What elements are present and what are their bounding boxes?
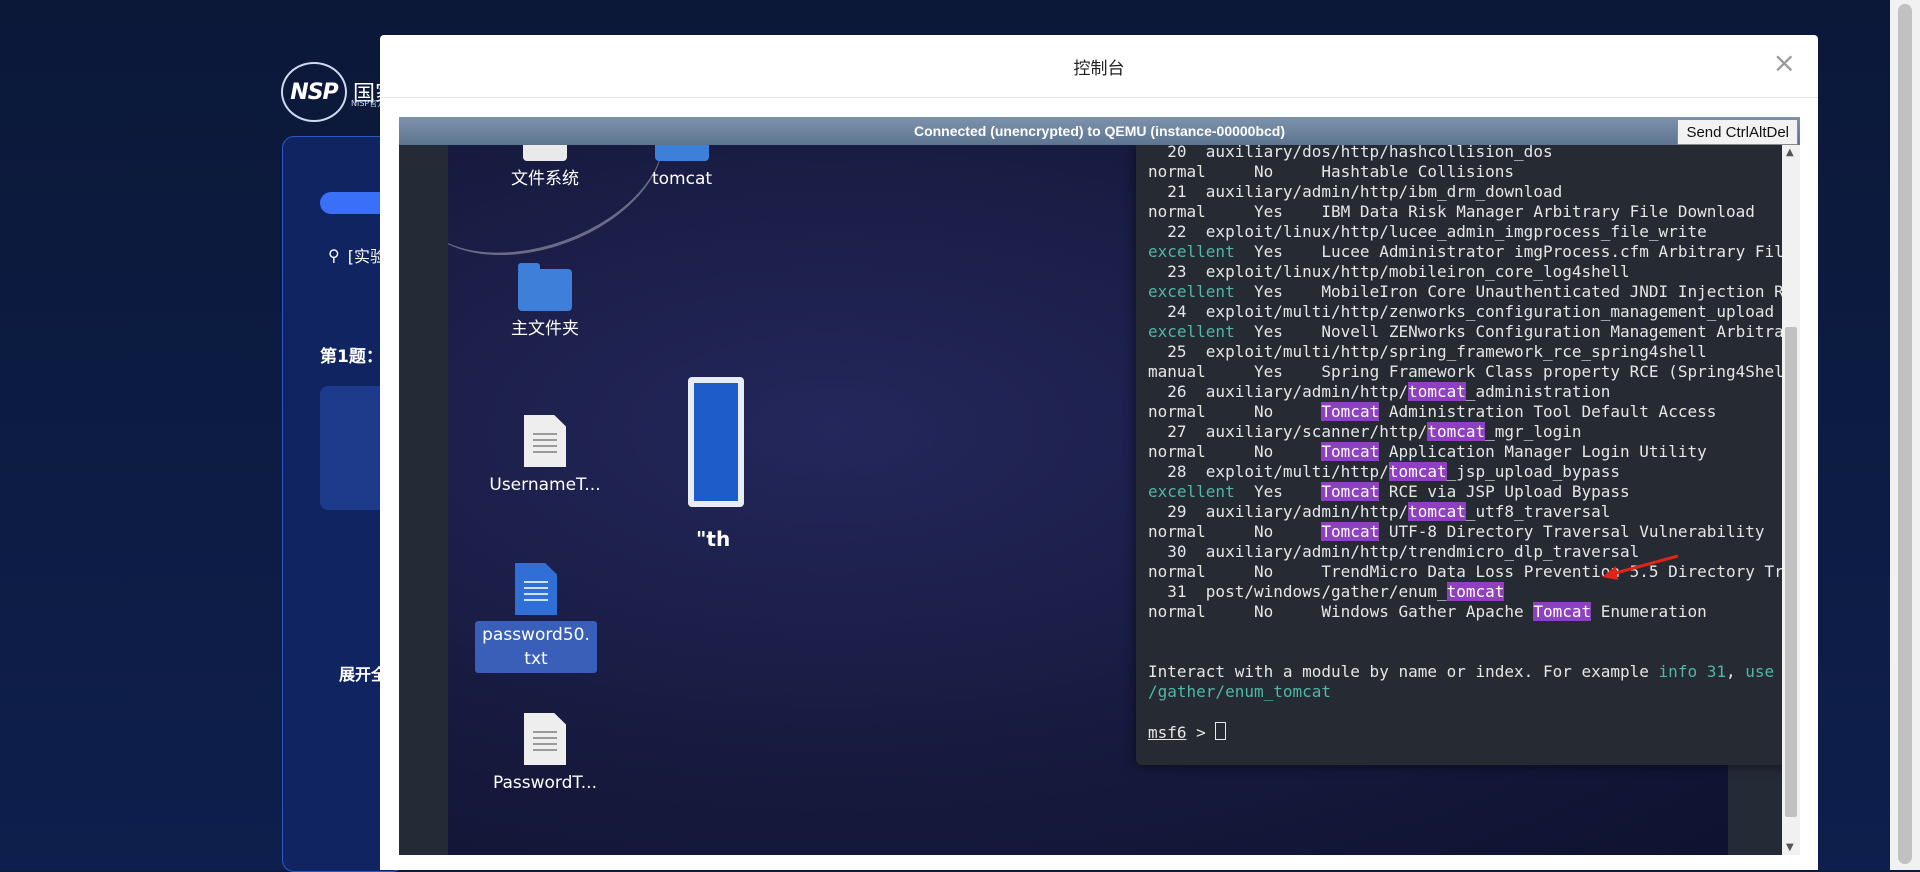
location-pin-icon: ⚲ (328, 245, 340, 265)
vnc-viewer[interactable]: Connected (unencrypted) to QEMU (instanc… (399, 117, 1800, 855)
prompt-label: msf6 (1148, 723, 1187, 742)
desktop-icon-label: password50.txt (475, 621, 597, 673)
search-match: Tomcat (1321, 482, 1380, 501)
folder-icon (655, 145, 709, 161)
desktop-icon-password50[interactable]: password50.txt (473, 563, 599, 673)
home-folder-icon (518, 263, 572, 311)
terminal-window[interactable]: 20 auxiliary/dos/http/hashcollision_dos … (1136, 145, 1782, 765)
drive-icon (523, 145, 567, 161)
background-window-thumbnail (688, 377, 744, 507)
search-match: tomcat (1446, 582, 1505, 601)
desktop-icon-label: 主文件夹 (511, 319, 579, 339)
modal-title: 控制台 (1073, 58, 1125, 79)
nsp-logo-mark: NSP (281, 62, 347, 122)
desktop-icon-label: tomcat (651, 169, 713, 189)
page-scrollbar[interactable] (1890, 0, 1920, 870)
desktop-icon-label: PasswordT... (493, 773, 597, 793)
terminal-output[interactable]: 20 auxiliary/dos/http/hashcollision_dos … (1148, 145, 1782, 743)
vnc-status-text: Connected (unencrypted) to QEMU (instanc… (913, 123, 1286, 139)
remote-desktop[interactable]: 文件系统 tomcat 主文件夹 UsernameT... password50… (399, 145, 1782, 855)
text-file-icon (515, 563, 557, 615)
scroll-up-icon[interactable]: ▲ (1786, 147, 1794, 158)
vnc-scrollbar-thumb[interactable] (1785, 327, 1797, 817)
desktop-icon-tomcat[interactable]: tomcat (620, 145, 744, 191)
desktop-icon-username-file[interactable]: UsernameT... (483, 415, 607, 497)
desktop-icon-label: UsernameT... (489, 475, 601, 495)
desktop-icon-home[interactable]: 主文件夹 (483, 263, 607, 341)
modal-header: 控制台 × (380, 35, 1818, 98)
experiment-location: ⚲ [实验 (328, 243, 386, 267)
search-match: Tomcat (1321, 442, 1380, 461)
scroll-down-icon[interactable]: ▼ (1786, 842, 1794, 853)
terminal-cursor[interactable] (1215, 722, 1227, 740)
search-match: tomcat (1427, 422, 1486, 441)
search-match: tomcat (1408, 382, 1466, 401)
question-title: 第1题： (320, 347, 383, 367)
search-match: Tomcat (1533, 602, 1592, 621)
search-match: Tomcat (1321, 402, 1380, 421)
desktop-icon-filesystem[interactable]: 文件系统 (483, 145, 607, 191)
send-ctrl-alt-del-button[interactable]: Send CtrlAltDel (1677, 119, 1798, 145)
desktop-icon-label: 文件系统 (511, 169, 579, 189)
vnc-status-bar: Connected (unencrypted) to QEMU (instanc… (399, 117, 1800, 145)
search-match: tomcat (1388, 462, 1447, 481)
vnc-scrollbar[interactable]: ▲ ▼ (1782, 145, 1800, 855)
annotation-arrow-icon (1602, 554, 1679, 580)
text-file-icon (524, 713, 566, 765)
desktop-icon-password-file[interactable]: PasswordT... (483, 713, 607, 795)
console-modal: 控制台 × Connected (unencrypted) to QEMU (i… (380, 35, 1818, 870)
search-match: Tomcat (1321, 522, 1380, 541)
search-match: tomcat (1408, 502, 1466, 521)
page-scrollbar-thumb[interactable] (1898, 4, 1912, 864)
background-window-text: "th (696, 527, 731, 551)
text-file-icon (524, 415, 566, 467)
close-icon[interactable]: × (1773, 49, 1796, 77)
